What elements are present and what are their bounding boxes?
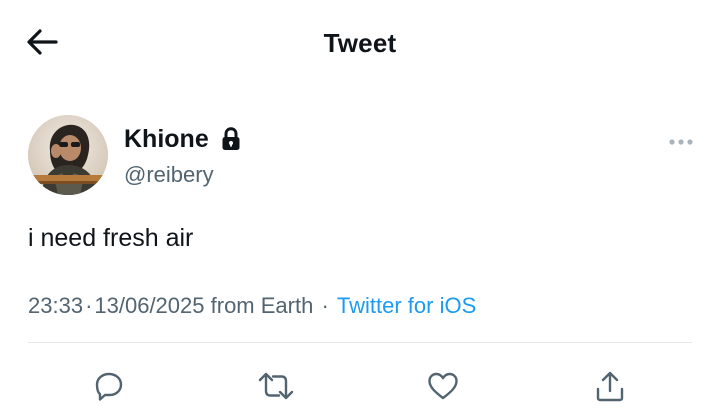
like-button[interactable] — [423, 366, 463, 406]
retweet-icon — [257, 370, 295, 402]
author-handle[interactable]: @reibery — [124, 161, 214, 189]
share-icon — [594, 369, 626, 403]
heart-icon — [426, 370, 460, 402]
tweet-detail-screen: Tweet Khione @reibery i need fresh air 2… — [0, 0, 720, 417]
tweet-location: from Earth — [210, 293, 314, 318]
author-name: Khione — [124, 125, 209, 153]
share-button[interactable] — [590, 366, 630, 406]
avatar[interactable] — [28, 115, 108, 195]
top-bar: Tweet — [0, 0, 720, 88]
meta-separator: · — [85, 293, 93, 318]
retweet-button[interactable] — [256, 366, 296, 406]
tweet-date: 13/06/2025 — [94, 293, 205, 318]
tweet-time: 23:33 — [28, 293, 84, 318]
reply-icon — [93, 370, 125, 402]
page-title: Tweet — [323, 28, 397, 58]
tweet-text: i need fresh air — [28, 224, 194, 252]
ellipsis-icon — [668, 133, 694, 151]
reply-button[interactable] — [89, 366, 129, 406]
tweet-source-link[interactable]: Twitter for iOS — [337, 293, 476, 318]
meta-separator: · — [315, 293, 335, 318]
divider — [28, 342, 692, 343]
lock-icon — [219, 125, 243, 153]
author-name-row[interactable]: Khione — [124, 124, 243, 154]
more-options-button[interactable] — [664, 132, 698, 152]
tweet-metadata: 23:33·13/06/2025 from Earth · Twitter fo… — [28, 292, 476, 320]
